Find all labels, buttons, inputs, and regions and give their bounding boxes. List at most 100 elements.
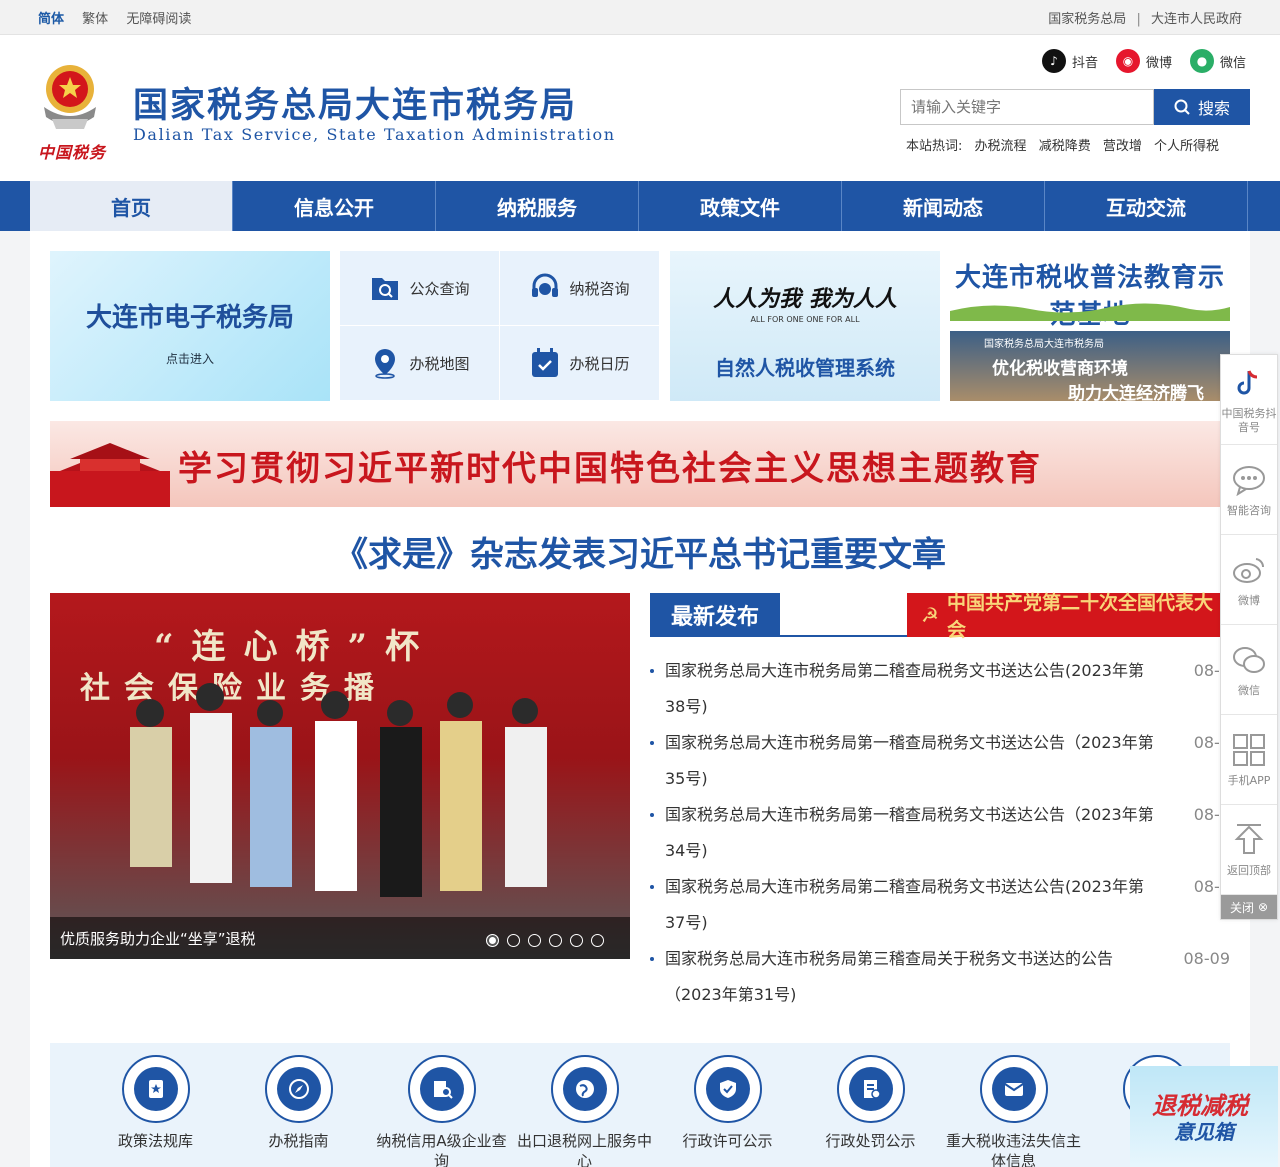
party-congress-text: 中国共产党第二十次全国代表大会 bbox=[946, 592, 1213, 641]
main-nav: 首页 信息公开 纳税服务 政策文件 新闻动态 互动交流 bbox=[0, 181, 1280, 231]
shield-check-icon bbox=[705, 1067, 750, 1111]
float-smart-consult-label: 智能咨询 bbox=[1227, 503, 1271, 517]
service-label: 办税指南 bbox=[268, 1132, 329, 1150]
weibo-link[interactable]: ◉ 微博 bbox=[1115, 49, 1172, 73]
float-weibo[interactable]: 微博 bbox=[1221, 535, 1277, 625]
hot-keyword[interactable]: 营改增 bbox=[1103, 139, 1142, 154]
state-tax-admin-link[interactable]: 国家税务总局 bbox=[1048, 12, 1126, 27]
slide-dot[interactable] bbox=[507, 934, 520, 947]
float-smart-consult[interactable]: 智能咨询 bbox=[1221, 445, 1277, 535]
e-tax-bureau-title: 大连市电子税务局 bbox=[85, 303, 294, 333]
slide-dot[interactable] bbox=[549, 934, 562, 947]
nav-news[interactable]: 新闻动态 bbox=[842, 181, 1045, 231]
simplified-chinese-link[interactable]: 简体 bbox=[38, 12, 64, 27]
mail-icon bbox=[991, 1067, 1036, 1111]
service-export-refund[interactable]: 出口退税网上服务中心 bbox=[513, 1043, 656, 1167]
slide-dot[interactable] bbox=[528, 934, 541, 947]
news-item-title: 国家税务总局大连市税务局第一稽查局税务文书送达公告（2023年第34号) bbox=[665, 805, 1154, 860]
hot-keyword[interactable]: 减税降费 bbox=[1039, 139, 1091, 154]
headset-icon bbox=[529, 272, 561, 304]
search-button[interactable]: 搜索 bbox=[1154, 89, 1250, 125]
nav-home[interactable]: 首页 bbox=[30, 181, 233, 231]
float-mobile-app[interactable]: 手机APP bbox=[1221, 715, 1277, 805]
back-to-top-icon bbox=[1231, 822, 1267, 858]
service-tax-guide[interactable]: 办税指南 bbox=[227, 1043, 370, 1167]
natural-person-tax-card[interactable]: 人人为我 我为人人 ALL FOR ONE ONE FOR ALL 自然人税收管… bbox=[670, 251, 940, 401]
external-links: 国家税务总局 | 大连市人民政府 bbox=[1048, 8, 1242, 27]
credit-search-icon bbox=[419, 1067, 464, 1111]
main-content: 大连市电子税务局 点击进入 公众查询 纳税咨询 办税地图 办税日历 人人为我 我… bbox=[30, 231, 1250, 1167]
top-bar: 简体 繁体 无障碍阅读 国家税务总局 | 大连市人民政府 bbox=[0, 0, 1280, 35]
business-environment-card[interactable]: 国家税务总局大连市税务局 优化税收营商环境 助力大连经济腾飞 bbox=[950, 331, 1230, 401]
service-label: 行政许可公示 bbox=[682, 1132, 773, 1150]
china-tax-calligraphy: 中国税务 bbox=[38, 143, 107, 162]
service-tax-violation[interactable]: 重大税收违法失信主体信息 bbox=[942, 1043, 1085, 1167]
map-pin-icon bbox=[369, 347, 401, 379]
nav-interaction[interactable]: 互动交流 bbox=[1045, 181, 1248, 231]
theme-education-text: 学习贯彻习近平新时代中国特色社会主义思想主题教育 bbox=[178, 449, 1042, 489]
service-label: 纳税信用A级企业查询 bbox=[376, 1132, 507, 1167]
city-government-link[interactable]: 大连市人民政府 bbox=[1151, 12, 1242, 27]
float-close-button[interactable]: 关闭 ⊗ bbox=[1221, 895, 1277, 919]
nav-taxpayer-service[interactable]: 纳税服务 bbox=[436, 181, 639, 231]
party-congress-banner[interactable]: ☭ 中国共产党第二十次全国代表大会 bbox=[907, 592, 1230, 641]
search-input[interactable] bbox=[900, 89, 1154, 125]
site-header: 中国税务 国家税务总局大连市税务局 Dalian Tax Service, St… bbox=[0, 35, 1280, 181]
link-separator: | bbox=[1136, 11, 1141, 27]
tax-map-label: 办税地图 bbox=[409, 354, 470, 373]
slide-banner-text: “连心桥”杯 bbox=[154, 627, 438, 667]
public-query-link[interactable]: 公众查询 bbox=[340, 251, 500, 326]
douyin-label: 抖音 bbox=[1071, 55, 1098, 71]
tax-consult-link[interactable]: 纳税咨询 bbox=[500, 251, 660, 326]
service-admin-penalty[interactable]: 行政处罚公示 bbox=[799, 1043, 942, 1167]
douyin-link[interactable]: ♪ 抖音 bbox=[1041, 49, 1098, 73]
weibo-icon bbox=[1231, 552, 1267, 588]
suggestion-box-subtitle: 意见箱 bbox=[1174, 1120, 1234, 1144]
news-item[interactable]: 国家税务总局大连市税务局第三稽查局关于税务文书送达的公告（2023年第31号) 0… bbox=[650, 941, 1230, 1013]
tax-emblem-logo[interactable] bbox=[34, 59, 106, 139]
tax-calendar-label: 办税日历 bbox=[569, 354, 630, 373]
social-links: ♪ 抖音 ◉ 微博 ● 微信 bbox=[1041, 49, 1246, 73]
slide-dot[interactable] bbox=[570, 934, 583, 947]
tax-refund-suggestion-box[interactable]: 退税减税 意见箱 bbox=[1130, 1066, 1278, 1167]
slide-dot[interactable] bbox=[591, 934, 604, 947]
tax-map-link[interactable]: 办税地图 bbox=[340, 326, 500, 401]
wechat-link[interactable]: ● 微信 bbox=[1189, 49, 1246, 73]
theme-education-banner[interactable]: 学习贯彻习近平新时代中国特色社会主义思想主题教育 bbox=[50, 421, 1230, 507]
tax-consult-label: 纳税咨询 bbox=[569, 279, 630, 298]
search-icon bbox=[1174, 99, 1190, 115]
news-item[interactable]: 国家税务总局大连市税务局第一稽查局税务文书送达公告（2023年第34号) 08-1 bbox=[650, 797, 1230, 869]
float-back-to-top[interactable]: 返回顶部 bbox=[1221, 805, 1277, 895]
float-douyin[interactable]: 中国税务抖音号 bbox=[1221, 355, 1277, 445]
accessibility-link[interactable]: 无障碍阅读 bbox=[126, 12, 191, 27]
service-admin-license[interactable]: 行政许可公示 bbox=[656, 1043, 799, 1167]
headline-link[interactable]: 《求是》杂志发表习近平总书记重要文章 bbox=[30, 527, 1250, 576]
nav-policy-documents[interactable]: 政策文件 bbox=[639, 181, 842, 231]
nav-info-disclosure[interactable]: 信息公开 bbox=[233, 181, 436, 231]
slide-indicators bbox=[486, 934, 604, 947]
e-tax-bureau-card[interactable]: 大连市电子税务局 点击进入 bbox=[50, 251, 330, 401]
hot-keyword[interactable]: 个人所得税 bbox=[1154, 139, 1219, 154]
slide-dot[interactable] bbox=[486, 934, 499, 947]
news-item[interactable]: 国家税务总局大连市税务局第二稽查局税务文书送达公告(2023年第38号) 08-1 bbox=[650, 653, 1230, 725]
news-item-title: 国家税务总局大连市税务局第二稽查局税务文书送达公告(2023年第38号) bbox=[665, 661, 1144, 716]
search-box: 搜索 bbox=[900, 89, 1250, 125]
business-environment-header: 国家税务总局大连市税务局 bbox=[984, 339, 1104, 350]
service-label: 行政处罚公示 bbox=[825, 1132, 916, 1150]
news-item[interactable]: 国家税务总局大连市税务局第一稽查局税务文书送达公告（2023年第35号) 08-1 bbox=[650, 725, 1230, 797]
news-slideshow[interactable]: “连心桥”杯 社会保险业务播 优质服务助力企业“坐享”退税 bbox=[50, 593, 630, 959]
site-title[interactable]: 国家税务总局大连市税务局 bbox=[133, 77, 577, 128]
float-wechat[interactable]: 微信 bbox=[1221, 625, 1277, 715]
news-item-title: 国家税务总局大连市税务局第三稽查局关于税务文书送达的公告（2023年第31号) bbox=[665, 949, 1114, 1004]
service-label: 政策法规库 bbox=[117, 1132, 193, 1150]
service-credit-query[interactable]: 纳税信用A级企业查询 bbox=[370, 1043, 513, 1167]
news-item[interactable]: 国家税务总局大连市税务局第二稽查局税务文书送达公告(2023年第37号) 08-0 bbox=[650, 869, 1230, 941]
service-policy-library[interactable]: 政策法规库 bbox=[84, 1043, 227, 1167]
tab-latest-release[interactable]: 最新发布 bbox=[650, 593, 780, 637]
hot-keywords: 本站热词: 办税流程 减税降费 营改增 个人所得税 bbox=[906, 135, 1227, 154]
traditional-chinese-link[interactable]: 繁体 bbox=[82, 12, 108, 27]
globe-icon bbox=[562, 1067, 607, 1111]
tax-law-education-base-card[interactable]: 大连市税收普法教育示范基地 bbox=[950, 251, 1230, 330]
hot-keyword[interactable]: 办税流程 bbox=[975, 139, 1027, 154]
tax-calendar-link[interactable]: 办税日历 bbox=[500, 326, 660, 401]
